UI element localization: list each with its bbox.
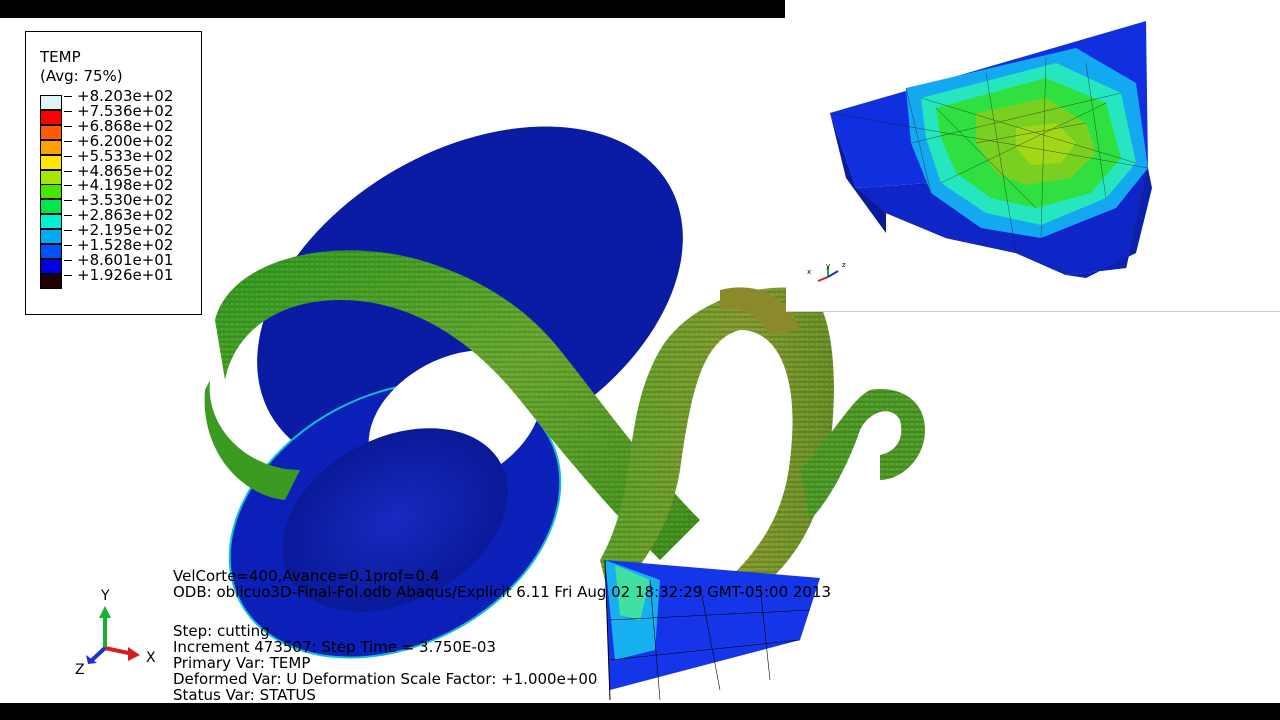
- legend-tick: [64, 140, 72, 142]
- legend-tick: [64, 170, 72, 172]
- legend-tick: [64, 230, 72, 232]
- triad-x-label: X: [146, 650, 156, 666]
- legend-tick: [64, 215, 72, 217]
- axis-triad: [86, 606, 140, 664]
- legend-swatch: [40, 95, 62, 110]
- info-odb: ODB: oblicuo3D-Final-Fol.odb Abaqus/Expl…: [173, 583, 832, 601]
- mini-triad-y-label: y: [826, 262, 831, 270]
- cutting-tool: [604, 559, 820, 701]
- legend-tick: [64, 185, 72, 187]
- fea-viewport[interactable]: TEMP (Avg: 75%) +8.203e+02 +7.536e+02 +6.8…: [0, 0, 1280, 720]
- legend-swatch: [40, 184, 62, 200]
- info-velcorte: VelCorte=400,Avance=0.1prof=0.4: [173, 567, 440, 585]
- inset-tool-render: [817, 21, 1152, 282]
- inset-view-panel: x y z: [786, 3, 1280, 312]
- legend-tick: [64, 259, 72, 261]
- info-primary-var: Primary Var: TEMP: [173, 654, 311, 672]
- info-status-var: Status Var: STATUS: [173, 686, 316, 704]
- letterbox-bottom: [0, 703, 1280, 720]
- legend-swatch: [40, 139, 62, 155]
- legend-swatch: [40, 244, 62, 259]
- legend-tick: [64, 125, 72, 127]
- legend-swatch: [40, 273, 62, 289]
- legend-subtitle: (Avg: 75%): [40, 67, 123, 85]
- legend-title: TEMP: [40, 48, 81, 66]
- legend-swatch: [40, 199, 62, 215]
- legend-swatch: [40, 258, 62, 274]
- legend-swatch: [40, 229, 62, 245]
- triad-z-label: Z: [75, 662, 85, 678]
- temp-legend: TEMP (Avg: 75%) +8.203e+02 +7.536e+02 +6.8…: [25, 31, 202, 315]
- letterbox-top: [0, 0, 785, 18]
- legend-swatch: [40, 154, 62, 170]
- legend-tick: [64, 155, 72, 157]
- legend-value-label: +1.926e+01: [77, 265, 174, 284]
- legend-tick: [64, 110, 72, 112]
- legend-tick: [64, 274, 72, 276]
- legend-swatch: [40, 169, 62, 185]
- triad-y-label: Y: [101, 588, 110, 604]
- legend-tick: [64, 96, 72, 97]
- info-step: Step: cutting: [173, 622, 270, 640]
- info-deformed-var: Deformed Var: U Deformation Scale Factor…: [173, 670, 598, 688]
- mini-triad-x-label: x: [807, 268, 812, 276]
- legend-tick: [64, 200, 72, 202]
- info-increment: Increment 473507: Step Time = 3.750E-03: [173, 638, 496, 656]
- legend-swatch: [40, 124, 62, 140]
- mini-triad-z-label: z: [842, 261, 846, 269]
- legend-swatch: [40, 109, 62, 125]
- legend-swatch: [40, 214, 62, 230]
- legend-tick: [64, 245, 72, 246]
